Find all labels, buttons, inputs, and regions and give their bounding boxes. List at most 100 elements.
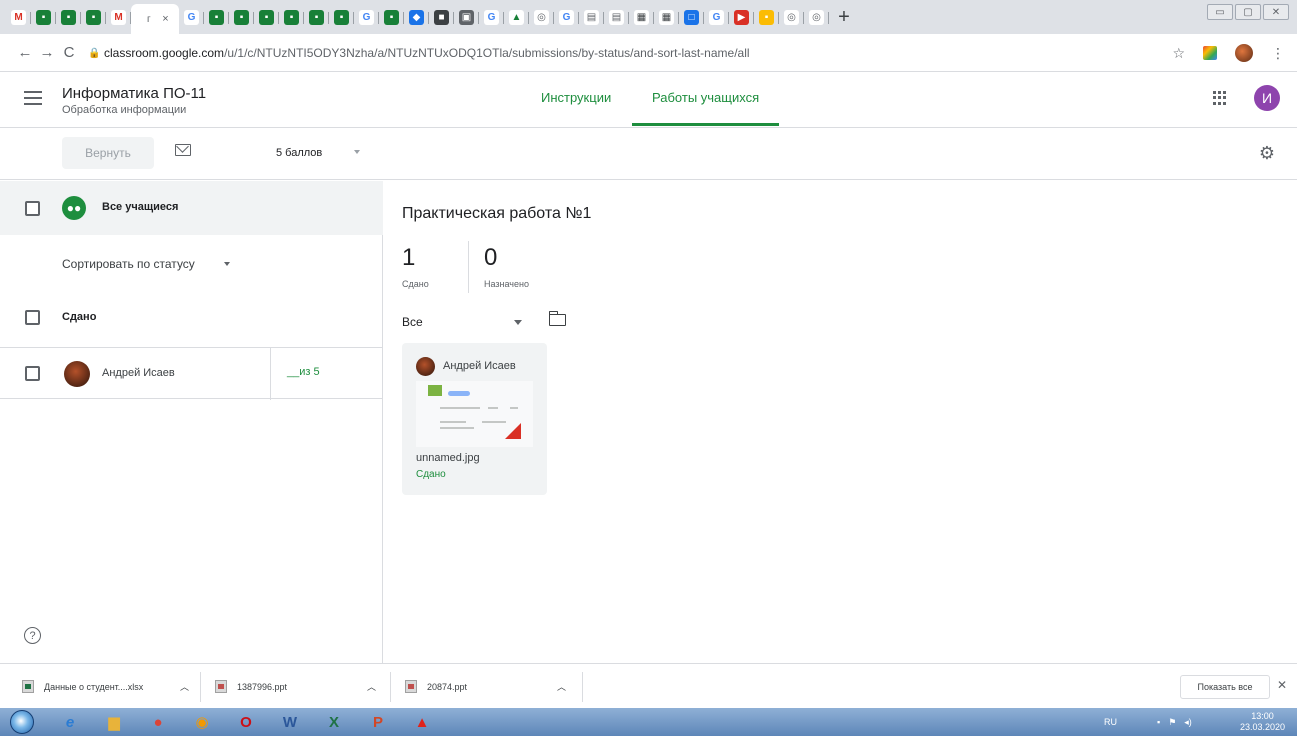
close-window-button[interactable]: ✕ [1263, 4, 1289, 20]
tab-slides[interactable]: ▤ [579, 4, 604, 30]
download-item[interactable]: Данные о студент....xlsx [22, 664, 143, 709]
back-button[interactable]: ← [14, 44, 36, 61]
globe-icon: ◎ [784, 9, 799, 25]
tab-gmail[interactable]: M [106, 4, 131, 30]
volume-icon[interactable]: ◂) [1184, 717, 1192, 728]
tab-shield[interactable]: ◆ [404, 4, 429, 30]
word-icon[interactable]: W [270, 710, 310, 734]
student-checkbox[interactable] [25, 366, 40, 381]
tab-calendar[interactable]: □ [679, 4, 704, 30]
tab-globe[interactable]: ◎ [804, 4, 829, 30]
folder-icon: ▪ [759, 9, 774, 25]
tab-classroom[interactable]: ▪ [254, 4, 279, 30]
tab-instructions[interactable]: Инструкции [541, 90, 611, 105]
chevron-up-icon[interactable]: ︿ [180, 664, 189, 709]
maximize-button[interactable]: ▢ [1235, 4, 1261, 20]
sort-select[interactable]: Сортировать по статусу [62, 257, 195, 271]
tab-active[interactable]: г × [131, 4, 179, 34]
download-item[interactable]: 20874.ppt [405, 664, 467, 709]
tab-slides[interactable]: ▤ [604, 4, 629, 30]
hamburger-menu-icon[interactable] [24, 91, 42, 105]
network-icon[interactable]: ▪ [1157, 717, 1160, 727]
tab-classroom[interactable]: ▪ [56, 4, 81, 30]
minimize-button[interactable]: ▭ [1207, 4, 1233, 20]
tab-classroom[interactable]: ▪ [329, 4, 354, 30]
all-students-row[interactable]: ●● Все учащиеся [0, 181, 383, 235]
apps-grid-icon[interactable] [1213, 91, 1227, 105]
tab-globe[interactable]: ◎ [529, 4, 554, 30]
user-avatar[interactable]: И [1254, 85, 1280, 111]
reload-button[interactable]: C [58, 44, 80, 61]
tab-classroom[interactable]: ▪ [81, 4, 106, 30]
tab-classroom[interactable]: ▪ [279, 4, 304, 30]
stat-assigned-count[interactable]: 0 [484, 244, 497, 272]
language-indicator[interactable]: RU [1104, 717, 1117, 727]
explorer-folder-icon[interactable]: ▆ [94, 710, 134, 734]
excel-icon[interactable]: X [314, 710, 354, 734]
chevron-up-icon[interactable]: ︿ [557, 664, 566, 709]
classroom-icon: ▪ [86, 9, 101, 25]
tab-google[interactable]: G [704, 4, 729, 30]
close-downloads-icon[interactable]: ✕ [1277, 678, 1287, 692]
tab-close-icon[interactable]: × [162, 13, 168, 25]
tab-google[interactable]: G [179, 4, 204, 30]
tab-folder[interactable]: ▪ [754, 4, 779, 30]
settings-gear-icon[interactable]: ⚙ [1258, 144, 1276, 162]
powerpoint-icon[interactable]: P [358, 710, 398, 734]
stat-submitted-count[interactable]: 1 [402, 244, 415, 272]
tab-globe[interactable]: ◎ [779, 4, 804, 30]
student-score-input[interactable]: __из 5 [287, 366, 320, 378]
student-row[interactable]: Андрей Исаев __из 5 [0, 347, 383, 400]
bookmark-star-icon[interactable]: ☆ [1172, 45, 1185, 62]
tab-image[interactable]: ▣ [454, 4, 479, 30]
folder-icon[interactable] [548, 311, 566, 326]
opera-icon[interactable]: O [226, 710, 266, 734]
filter-dropdown-icon[interactable] [514, 320, 522, 325]
ppt-file-icon [215, 680, 227, 693]
points-dropdown-icon[interactable] [354, 150, 360, 154]
tab-google[interactable]: G [554, 4, 579, 30]
extension-icon[interactable] [1203, 46, 1217, 60]
tab-print[interactable]: ▦ [654, 4, 679, 30]
url-field[interactable]: 🔒 classroom.google.com /u/1/c/NTUzNTI5OD… [88, 39, 1238, 67]
help-icon[interactable]: ? [24, 627, 41, 644]
points-select[interactable]: 5 баллов [276, 147, 322, 159]
tab-classroom[interactable]: ▪ [229, 4, 254, 30]
tab-classroom[interactable]: ▪ [379, 4, 404, 30]
filter-select[interactable]: Все [402, 315, 423, 329]
tab-print[interactable]: ▦ [629, 4, 654, 30]
tab-classroom[interactable]: ▪ [304, 4, 329, 30]
tab-drive[interactable]: ▲ [504, 4, 529, 30]
tab-doc[interactable]: ■ [429, 4, 454, 30]
browser-menu-icon[interactable]: ⋮ [1271, 45, 1285, 62]
tab-youtube[interactable]: ▶ [729, 4, 754, 30]
tab-gmail[interactable]: M [6, 4, 31, 30]
ie-icon[interactable]: e [50, 710, 90, 734]
tab-google[interactable]: G [354, 4, 379, 30]
media-player-icon[interactable]: ◉ [182, 710, 222, 734]
mail-icon[interactable] [175, 144, 191, 156]
new-tab-button[interactable]: + [829, 6, 859, 29]
attachment-filename[interactable]: unnamed.jpg [416, 452, 480, 464]
sort-dropdown-icon[interactable] [224, 262, 230, 266]
course-title[interactable]: Информатика ПО-11 [62, 85, 206, 102]
start-button[interactable] [10, 710, 34, 734]
download-item[interactable]: 1387996.ppt [215, 664, 287, 709]
tab-student-work[interactable]: Работы учащихся [632, 90, 780, 126]
clock[interactable]: 13:00 23.03.2020 [1240, 711, 1285, 733]
return-button[interactable]: Вернуть [62, 137, 154, 169]
chrome-icon[interactable]: ● [138, 710, 178, 734]
pdf-reader-icon[interactable]: ▲ [402, 710, 442, 734]
attachment-thumbnail[interactable] [416, 381, 533, 447]
done-section-checkbox[interactable] [25, 310, 40, 325]
forward-button[interactable]: → [36, 44, 58, 61]
all-students-checkbox[interactable] [25, 201, 40, 216]
flag-icon[interactable]: ⚑ [1168, 717, 1176, 728]
tab-google[interactable]: G [479, 4, 504, 30]
show-all-downloads-button[interactable]: Показать все [1180, 675, 1270, 699]
profile-avatar[interactable] [1235, 44, 1253, 62]
chevron-up-icon[interactable]: ︿ [367, 664, 376, 709]
submission-card[interactable]: Андрей Исаев unnamed.jpg Сдано [402, 343, 547, 495]
tab-classroom[interactable]: ▪ [31, 4, 56, 30]
tab-classroom[interactable]: ▪ [204, 4, 229, 30]
